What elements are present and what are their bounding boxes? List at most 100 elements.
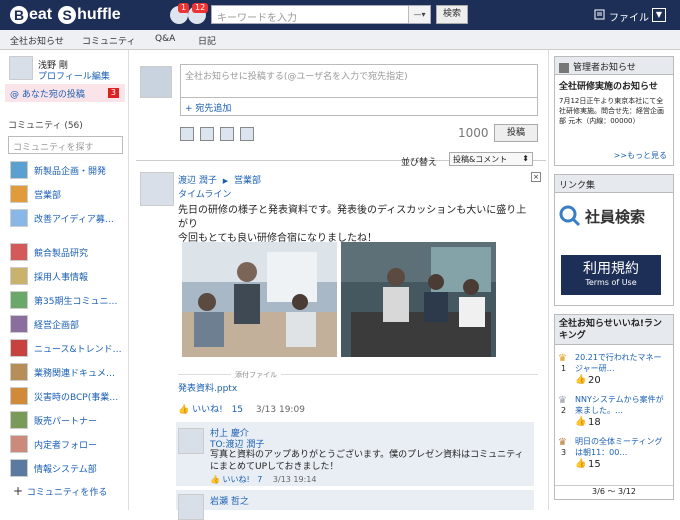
ranking-item[interactable]: ♛ 2 NNYシステムから案件が来ました。… 👍 18	[555, 393, 673, 433]
menu-dropdown-button[interactable]: ▼	[652, 8, 666, 22]
post-photo-2[interactable]	[341, 242, 496, 357]
reply-like-button[interactable]: いいね!	[223, 475, 250, 484]
add-recipient-link[interactable]: + 宛先追加	[180, 98, 538, 116]
file-menu[interactable]: ファイル	[609, 9, 649, 24]
community-item[interactable]: 改善アイディア募…	[10, 208, 128, 228]
admin-notice-headline[interactable]: 全社研修実施のお知らせ	[555, 75, 673, 96]
community-item[interactable]: 業務関連ドキュメ…	[10, 362, 128, 382]
sort-select[interactable]: 投稿&コメント ⬍	[449, 152, 533, 166]
add-community-label: コミュニティを作る	[26, 488, 108, 498]
add-community-link[interactable]: + コミュニティを作る	[13, 484, 107, 498]
like-count[interactable]: 15	[232, 405, 243, 415]
community-icon	[10, 267, 28, 285]
search-scope-dropdown[interactable]: —▾	[408, 6, 430, 23]
reply-body: 写真と資料のアップありがとうございます。僕のプレゼン資料はコミュニティにまとめて…	[210, 450, 524, 472]
divider	[548, 50, 549, 510]
reply-author[interactable]: 岩瀬 哲之	[210, 494, 249, 507]
my-posts-link[interactable]: @ あなた宛の投稿 3	[5, 84, 125, 102]
community-item[interactable]: 第35期生コミュニ…	[10, 290, 128, 310]
post-body: 先日の研修の様子と発表資料です。発表後のディスカッションも大いに盛り上がり 今回…	[178, 204, 528, 246]
video-icon[interactable]	[200, 127, 214, 141]
post-group[interactable]: 営業部	[234, 176, 261, 186]
community-item-label: ニュース&トレンド…	[34, 345, 122, 355]
ranking-item-count: 20	[588, 375, 601, 386]
nav-diary[interactable]: 日記	[198, 34, 216, 47]
avatar[interactable]	[9, 56, 33, 80]
community-icon	[10, 243, 28, 261]
ranking-item[interactable]: ♛ 1 20.21で行われたマネージャー研… 👍 20	[555, 351, 673, 391]
more-link[interactable]: >>もっと見る	[614, 150, 667, 161]
ranking-item[interactable]: ♛ 3 明日の全体ミーティングは朝11：00… 👍 15	[555, 435, 673, 475]
community-icon	[10, 387, 28, 405]
community-item[interactable]: 営業部	[10, 184, 128, 204]
community-item[interactable]: 情報システム部	[10, 458, 128, 478]
employee-search-label: 社員検索	[585, 207, 646, 226]
profile-edit-link[interactable]: プロフィール編集	[38, 69, 110, 82]
message-badge: 12	[192, 3, 209, 13]
community-icon	[10, 435, 28, 453]
global-nav: 全社お知らせ コミュニティ Q&A 日記	[0, 30, 680, 50]
post-button[interactable]: 投稿	[494, 124, 538, 142]
community-item[interactable]: ニュース&トレンド…	[10, 338, 128, 358]
community-item[interactable]: 災害時のBCP(事業…	[10, 386, 128, 406]
post-author-avatar[interactable]	[140, 172, 174, 206]
links-box: リンク集 社員検索 利用規約 Terms of Use	[554, 174, 674, 306]
post-input[interactable]: 全社お知らせに投稿する(@ユーザ名を入力で宛先指定)	[180, 64, 538, 98]
reply-date: 3/13 19:14	[272, 475, 317, 484]
divider	[128, 50, 129, 510]
nav-announcements[interactable]: 全社お知らせ	[10, 34, 64, 47]
community-item[interactable]: 販売パートナー	[10, 410, 128, 430]
nav-community[interactable]: コミュニティ	[82, 34, 135, 47]
community-item[interactable]: 採用人事情報	[10, 266, 128, 286]
rank-number: 2	[561, 406, 567, 415]
image-icon[interactable]	[180, 127, 194, 141]
community-search-input[interactable]: コミュニティを探す	[8, 136, 123, 154]
employee-search-link[interactable]: 社員検索	[559, 199, 669, 233]
nav-qa[interactable]: Q&A	[155, 34, 175, 44]
community-item[interactable]: 新製品企画・開発	[10, 160, 128, 180]
community-icon	[10, 291, 28, 309]
thumbs-up-icon: 👍	[178, 405, 190, 415]
attachment-link[interactable]: 発表資料.pptx	[178, 381, 237, 394]
logo-s: S	[58, 6, 77, 24]
attachment-label: 添付ファイル	[231, 370, 281, 380]
thumbs-up-icon: 👍	[575, 459, 587, 469]
search-input[interactable]: キーワードを入力 —▾	[211, 5, 431, 24]
crown-icon: ♛	[558, 353, 567, 364]
attach-icon[interactable]	[240, 127, 254, 141]
community-item[interactable]: 競合製品研究	[10, 242, 128, 262]
logo[interactable]: Beat Shuffle	[10, 5, 121, 25]
magnifier-icon	[559, 205, 581, 227]
ranking-item-title: NNYシステムから案件が来ました。…	[575, 395, 664, 415]
post-body-line-1: 先日の研修の様子と発表資料です。発表後のディスカッションも大いに盛り上がり	[178, 205, 527, 230]
top-bar: Beat Shuffle 1 12 キーワードを入力 —▾ 検索 ファイル ▼	[0, 0, 680, 30]
community-item-label: 新製品企画・開発	[34, 167, 107, 177]
post-photo-1[interactable]	[182, 242, 337, 357]
crown-icon: ♛	[558, 437, 567, 448]
ranking-title: 全社お知らせいいね!ランキング	[555, 315, 673, 345]
logo-b: B	[10, 6, 28, 24]
logo-text-1: eat	[29, 6, 53, 23]
community-item[interactable]: 経営企画部	[10, 314, 128, 334]
my-posts-label: あなた宛の投稿	[21, 90, 85, 100]
search-button[interactable]: 検索	[436, 5, 468, 24]
terms-label: 利用規約	[583, 261, 639, 277]
reply-avatar[interactable]	[178, 428, 204, 454]
community-item-label: 営業部	[34, 191, 62, 201]
reply-like-count[interactable]: 7	[257, 475, 262, 484]
photo-2-graphic	[341, 242, 496, 357]
crown-icon: ♛	[558, 395, 567, 406]
community-icon	[10, 185, 28, 203]
close-icon[interactable]: ×	[531, 172, 541, 182]
logo-text-2: huffle	[77, 6, 121, 23]
terms-link[interactable]: 利用規約 Terms of Use	[561, 255, 661, 295]
timeline-link[interactable]: タイムライン	[178, 187, 231, 200]
arrow-icon: ▶	[222, 177, 229, 185]
photo-icon[interactable]	[220, 127, 234, 141]
community-item-label: 改善アイディア募…	[34, 215, 114, 225]
like-button[interactable]: いいね!	[192, 405, 223, 415]
thumbs-up-icon: 👍	[210, 475, 220, 484]
reply-avatar[interactable]	[178, 494, 204, 520]
post-author[interactable]: 渡辺 潤子	[178, 176, 217, 186]
community-item[interactable]: 内定者フォロー	[10, 434, 128, 454]
